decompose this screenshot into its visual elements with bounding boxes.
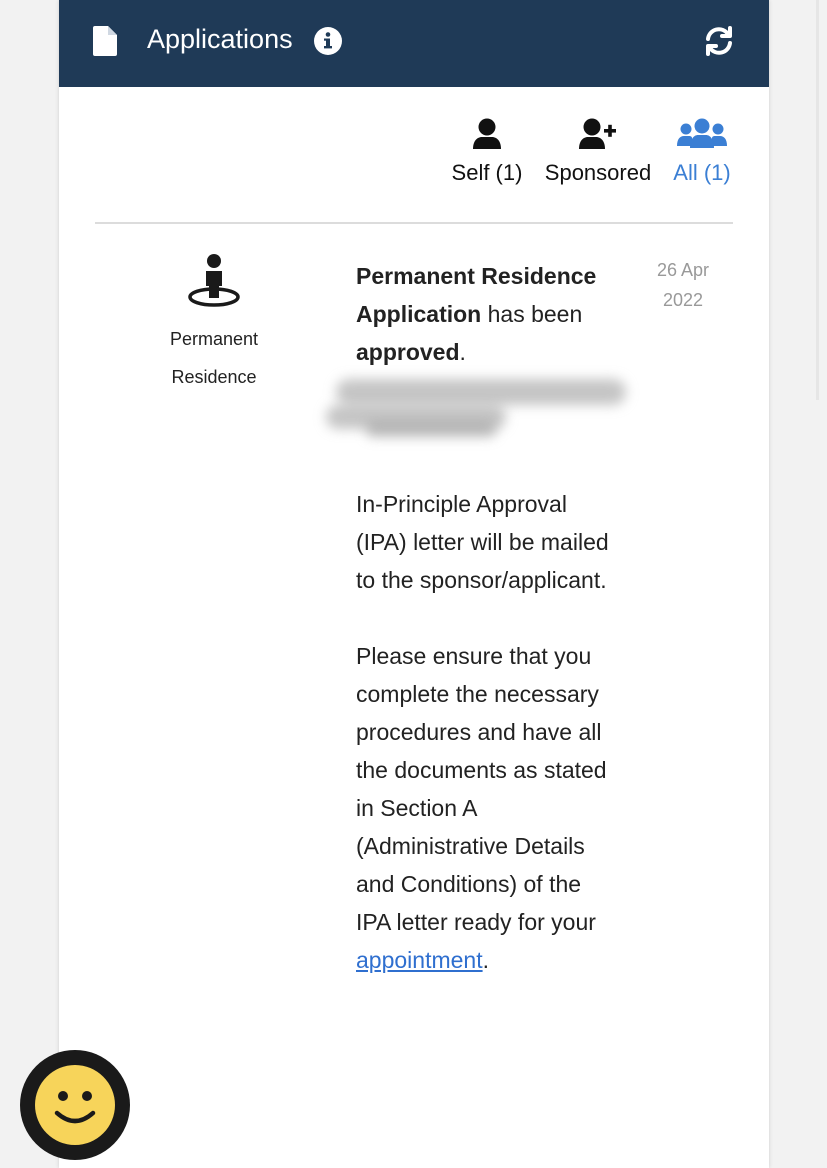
filter-sponsored[interactable]: Sponsored — [537, 118, 659, 186]
filter-all-label: All (1) — [673, 160, 731, 185]
user-icon — [447, 118, 527, 150]
info-icon[interactable] — [314, 27, 342, 60]
redacted-info — [326, 371, 626, 447]
application-type-label-line2: Residence — [171, 367, 257, 387]
page-title: Applications — [147, 24, 293, 54]
application-type: Permanent Residence — [149, 253, 279, 396]
application-date: 26 Apr 2022 — [639, 255, 727, 315]
user-plus-icon — [537, 118, 659, 150]
message-period: . — [459, 339, 466, 365]
filter-all[interactable]: All (1) — [667, 118, 737, 186]
filter-self[interactable]: Self (1) — [447, 118, 527, 186]
refresh-icon[interactable] — [703, 25, 735, 62]
filter-self-label: Self (1) — [451, 160, 523, 185]
ipa-letter-message: In-Principle Approval (IPA) letter will … — [356, 491, 609, 593]
status-message: Permanent Residence Application has been… — [356, 257, 616, 371]
document-icon — [93, 26, 117, 61]
person-standing-icon — [149, 253, 279, 314]
instructions-text: Please ensure that you complete the nece… — [356, 643, 607, 935]
filter-tabs: Self (1) Sponsored All (1) — [59, 118, 769, 198]
message-text: has been — [481, 301, 583, 327]
filter-sponsored-label: Sponsored — [544, 160, 652, 185]
scrollbar-edge — [816, 0, 819, 400]
appointment-link[interactable]: appointment — [356, 947, 483, 973]
smiley-icon — [35, 1065, 115, 1145]
instructions-end: . — [482, 947, 489, 973]
feedback-button[interactable] — [20, 1050, 130, 1160]
panel-header: Applications — [59, 0, 769, 87]
application-type-label-line1: Permanent — [169, 329, 259, 349]
divider — [95, 222, 733, 224]
date-line1: 26 Apr — [656, 260, 710, 280]
message-status: approved — [356, 339, 460, 365]
application-message: Permanent Residence Application has been… — [326, 257, 626, 979]
applications-panel: Applications Self (1) Sponsored All (1) … — [59, 0, 769, 1168]
users-icon — [667, 118, 737, 150]
instructions-message: Please ensure that you complete the nece… — [356, 637, 616, 979]
date-line2: 2022 — [662, 290, 704, 310]
